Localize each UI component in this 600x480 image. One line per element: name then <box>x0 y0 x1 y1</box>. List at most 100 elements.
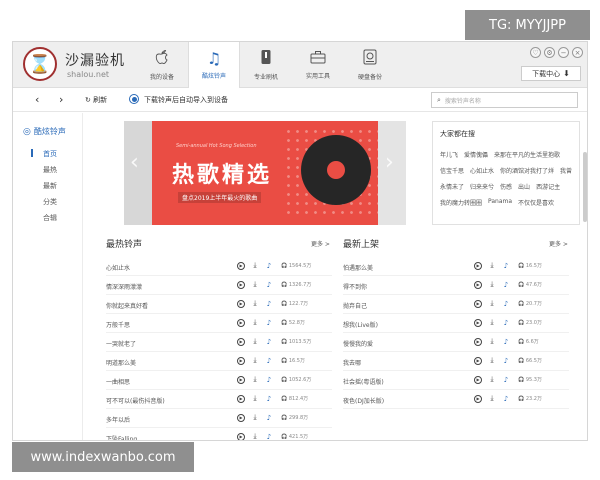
download-icon[interactable]: ⤓ <box>488 299 496 308</box>
back-button[interactable]: ‹ <box>35 93 39 106</box>
set-ringtone-icon[interactable]: ♪ <box>502 338 510 346</box>
list-item[interactable]: 你就起来真好看 ▶ ⤓ ♪ 🎧 122.7万 <box>106 295 332 314</box>
set-ringtone-icon[interactable]: ♪ <box>502 262 510 270</box>
play-icon[interactable]: ▶ <box>237 413 245 422</box>
search-tag[interactable]: 你的酒馆对我打了烊 <box>500 166 554 175</box>
refresh-button[interactable]: ↻ 刷新 <box>85 95 107 105</box>
play-icon[interactable]: ▶ <box>237 337 245 346</box>
set-ringtone-icon[interactable]: ♪ <box>265 376 273 384</box>
list-item[interactable]: 一哭就老了 ▶ ⤓ ♪ 🎧 1013.5万 <box>106 333 332 352</box>
set-ringtone-icon[interactable]: ♪ <box>265 262 273 270</box>
minimize-icon[interactable]: − <box>558 47 569 58</box>
download-icon[interactable]: ⤓ <box>488 394 496 403</box>
list-item[interactable]: 心如止水 ▶ ⤓ ♪ 🎧 1564.5万 <box>106 257 332 276</box>
play-icon[interactable]: ▶ <box>474 299 482 308</box>
list-item[interactable]: 下坠Falling ▶ ⤓ ♪ 🎧 421.5万 <box>106 428 332 441</box>
search-tag[interactable]: 来那在平凡的生活里抱歌 <box>494 150 560 159</box>
download-icon[interactable]: ⤓ <box>488 280 496 289</box>
nav-backup[interactable]: 硬盘备份 <box>344 42 396 88</box>
play-icon[interactable]: ▶ <box>237 375 245 384</box>
download-icon[interactable]: ⤓ <box>488 318 496 327</box>
download-icon[interactable]: ⤓ <box>488 261 496 270</box>
settings-icon[interactable]: ⚙ <box>544 47 555 58</box>
sidebar-item-home[interactable]: 首页 <box>43 149 57 159</box>
sidebar-item-category[interactable]: 分类 <box>43 197 57 207</box>
download-icon[interactable]: ⤓ <box>488 356 496 365</box>
set-ringtone-icon[interactable]: ♪ <box>265 319 273 327</box>
list-item[interactable]: 可不可以(最伤抖音版) ▶ ⤓ ♪ 🎧 812.4万 <box>106 390 332 409</box>
auto-import-radio[interactable] <box>129 94 139 104</box>
search-tag[interactable]: 心如止水 <box>470 166 494 175</box>
set-ringtone-icon[interactable]: ♪ <box>265 414 273 422</box>
list-item[interactable]: 社会摇(粤语版) ▶ ⤓ ♪ 🎧 95.3万 <box>343 371 569 390</box>
set-ringtone-icon[interactable]: ♪ <box>265 281 273 289</box>
forward-button[interactable]: › <box>59 93 63 106</box>
search-tag[interactable]: 信宝千思 <box>440 166 464 175</box>
set-ringtone-icon[interactable]: ♪ <box>265 300 273 308</box>
play-icon[interactable]: ▶ <box>237 356 245 365</box>
search-tag[interactable]: Panama <box>488 198 512 207</box>
play-icon[interactable]: ▶ <box>237 394 245 403</box>
list-item[interactable]: 万般千思 ▶ ⤓ ♪ 🎧 52.8万 <box>106 314 332 333</box>
list-item[interactable]: 夜色(DJ加长版) ▶ ⤓ ♪ 🎧 23.2万 <box>343 390 569 409</box>
play-icon[interactable]: ▶ <box>474 280 482 289</box>
set-ringtone-icon[interactable]: ♪ <box>502 395 510 403</box>
list-item[interactable]: 怕遇那么美 ▶ ⤓ ♪ 🎧 16.5万 <box>343 257 569 276</box>
set-ringtone-icon[interactable]: ♪ <box>502 376 510 384</box>
list-item[interactable]: 明道那么美 ▶ ⤓ ♪ 🎧 16.5万 <box>106 352 332 371</box>
nav-tools[interactable]: 实用工具 <box>292 42 344 88</box>
search-tag[interactable]: 归来来兮 <box>470 182 494 191</box>
new-list-more-link[interactable]: 更多 > <box>549 239 568 248</box>
nav-my-device[interactable]: 我的设备 <box>136 42 188 88</box>
list-item[interactable]: 慢慢我的爱 ▶ ⤓ ♪ 🎧 6.6万 <box>343 333 569 352</box>
nav-flash[interactable]: 专业刷机 <box>240 42 292 88</box>
download-icon[interactable]: ⤓ <box>251 337 259 346</box>
sidebar-item-hottest[interactable]: 最热 <box>43 165 57 175</box>
set-ringtone-icon[interactable]: ♪ <box>265 395 273 403</box>
hot-list-more-link[interactable]: 更多 > <box>311 239 330 248</box>
set-ringtone-icon[interactable]: ♪ <box>502 281 510 289</box>
play-icon[interactable]: ▶ <box>474 337 482 346</box>
download-icon[interactable]: ⤓ <box>251 394 259 403</box>
list-item[interactable]: 我去哪 ▶ ⤓ ♪ 🎧 66.5万 <box>343 352 569 371</box>
play-icon[interactable]: ▶ <box>237 299 245 308</box>
list-item[interactable]: 得不到你 ▶ ⤓ ♪ 🎧 47.6万 <box>343 276 569 295</box>
play-icon[interactable]: ▶ <box>474 356 482 365</box>
set-ringtone-icon[interactable]: ♪ <box>265 338 273 346</box>
set-ringtone-icon[interactable]: ♪ <box>502 319 510 327</box>
search-tag[interactable]: 西游记主 <box>536 182 560 191</box>
carousel-prev-icon[interactable]: ‹ <box>130 150 139 175</box>
list-item[interactable]: 多年以后 ▶ ⤓ ♪ 🎧 299.8万 <box>106 409 332 428</box>
list-item[interactable]: 一曲相思 ▶ ⤓ ♪ 🎧 1052.6万 <box>106 371 332 390</box>
play-icon[interactable]: ▶ <box>474 375 482 384</box>
download-icon[interactable]: ⤓ <box>488 337 496 346</box>
download-icon[interactable]: ⤓ <box>251 413 259 422</box>
search-tag[interactable]: 我的魔力转圈圈 <box>440 198 482 207</box>
download-icon[interactable]: ⤓ <box>251 318 259 327</box>
play-icon[interactable]: ▶ <box>237 432 245 440</box>
search-tag[interactable]: 永情未了 <box>440 182 464 191</box>
set-ringtone-icon[interactable]: ♪ <box>502 357 510 365</box>
set-ringtone-icon[interactable]: ♪ <box>265 357 273 365</box>
scrollbar[interactable] <box>583 152 587 222</box>
download-icon[interactable]: ⤓ <box>488 375 496 384</box>
search-tag[interactable]: 不仅仅是喜欢 <box>518 198 554 207</box>
play-icon[interactable]: ▶ <box>474 318 482 327</box>
list-item[interactable]: 抛弃自己 ▶ ⤓ ♪ 🎧 20.7万 <box>343 295 569 314</box>
search-tag[interactable]: 爱情傀儡 <box>464 150 488 159</box>
download-icon[interactable]: ⤓ <box>251 299 259 308</box>
download-icon[interactable]: ⤓ <box>251 375 259 384</box>
download-icon[interactable]: ⤓ <box>251 356 259 365</box>
carousel-next-icon[interactable]: › <box>385 150 394 175</box>
search-tag[interactable]: 年儿飞 <box>440 150 458 159</box>
set-ringtone-icon[interactable]: ♪ <box>265 433 273 441</box>
download-icon[interactable]: ⤓ <box>251 432 259 440</box>
play-icon[interactable]: ▶ <box>237 261 245 270</box>
feedback-icon[interactable]: ♡ <box>530 47 541 58</box>
play-icon[interactable]: ▶ <box>237 318 245 327</box>
sidebar-item-collection[interactable]: 合辑 <box>43 213 57 223</box>
nav-ringtones[interactable]: ♫ 酷炫铃声 <box>188 42 240 88</box>
download-icon[interactable]: ⤓ <box>251 261 259 270</box>
set-ringtone-icon[interactable]: ♪ <box>502 300 510 308</box>
download-icon[interactable]: ⤓ <box>251 280 259 289</box>
